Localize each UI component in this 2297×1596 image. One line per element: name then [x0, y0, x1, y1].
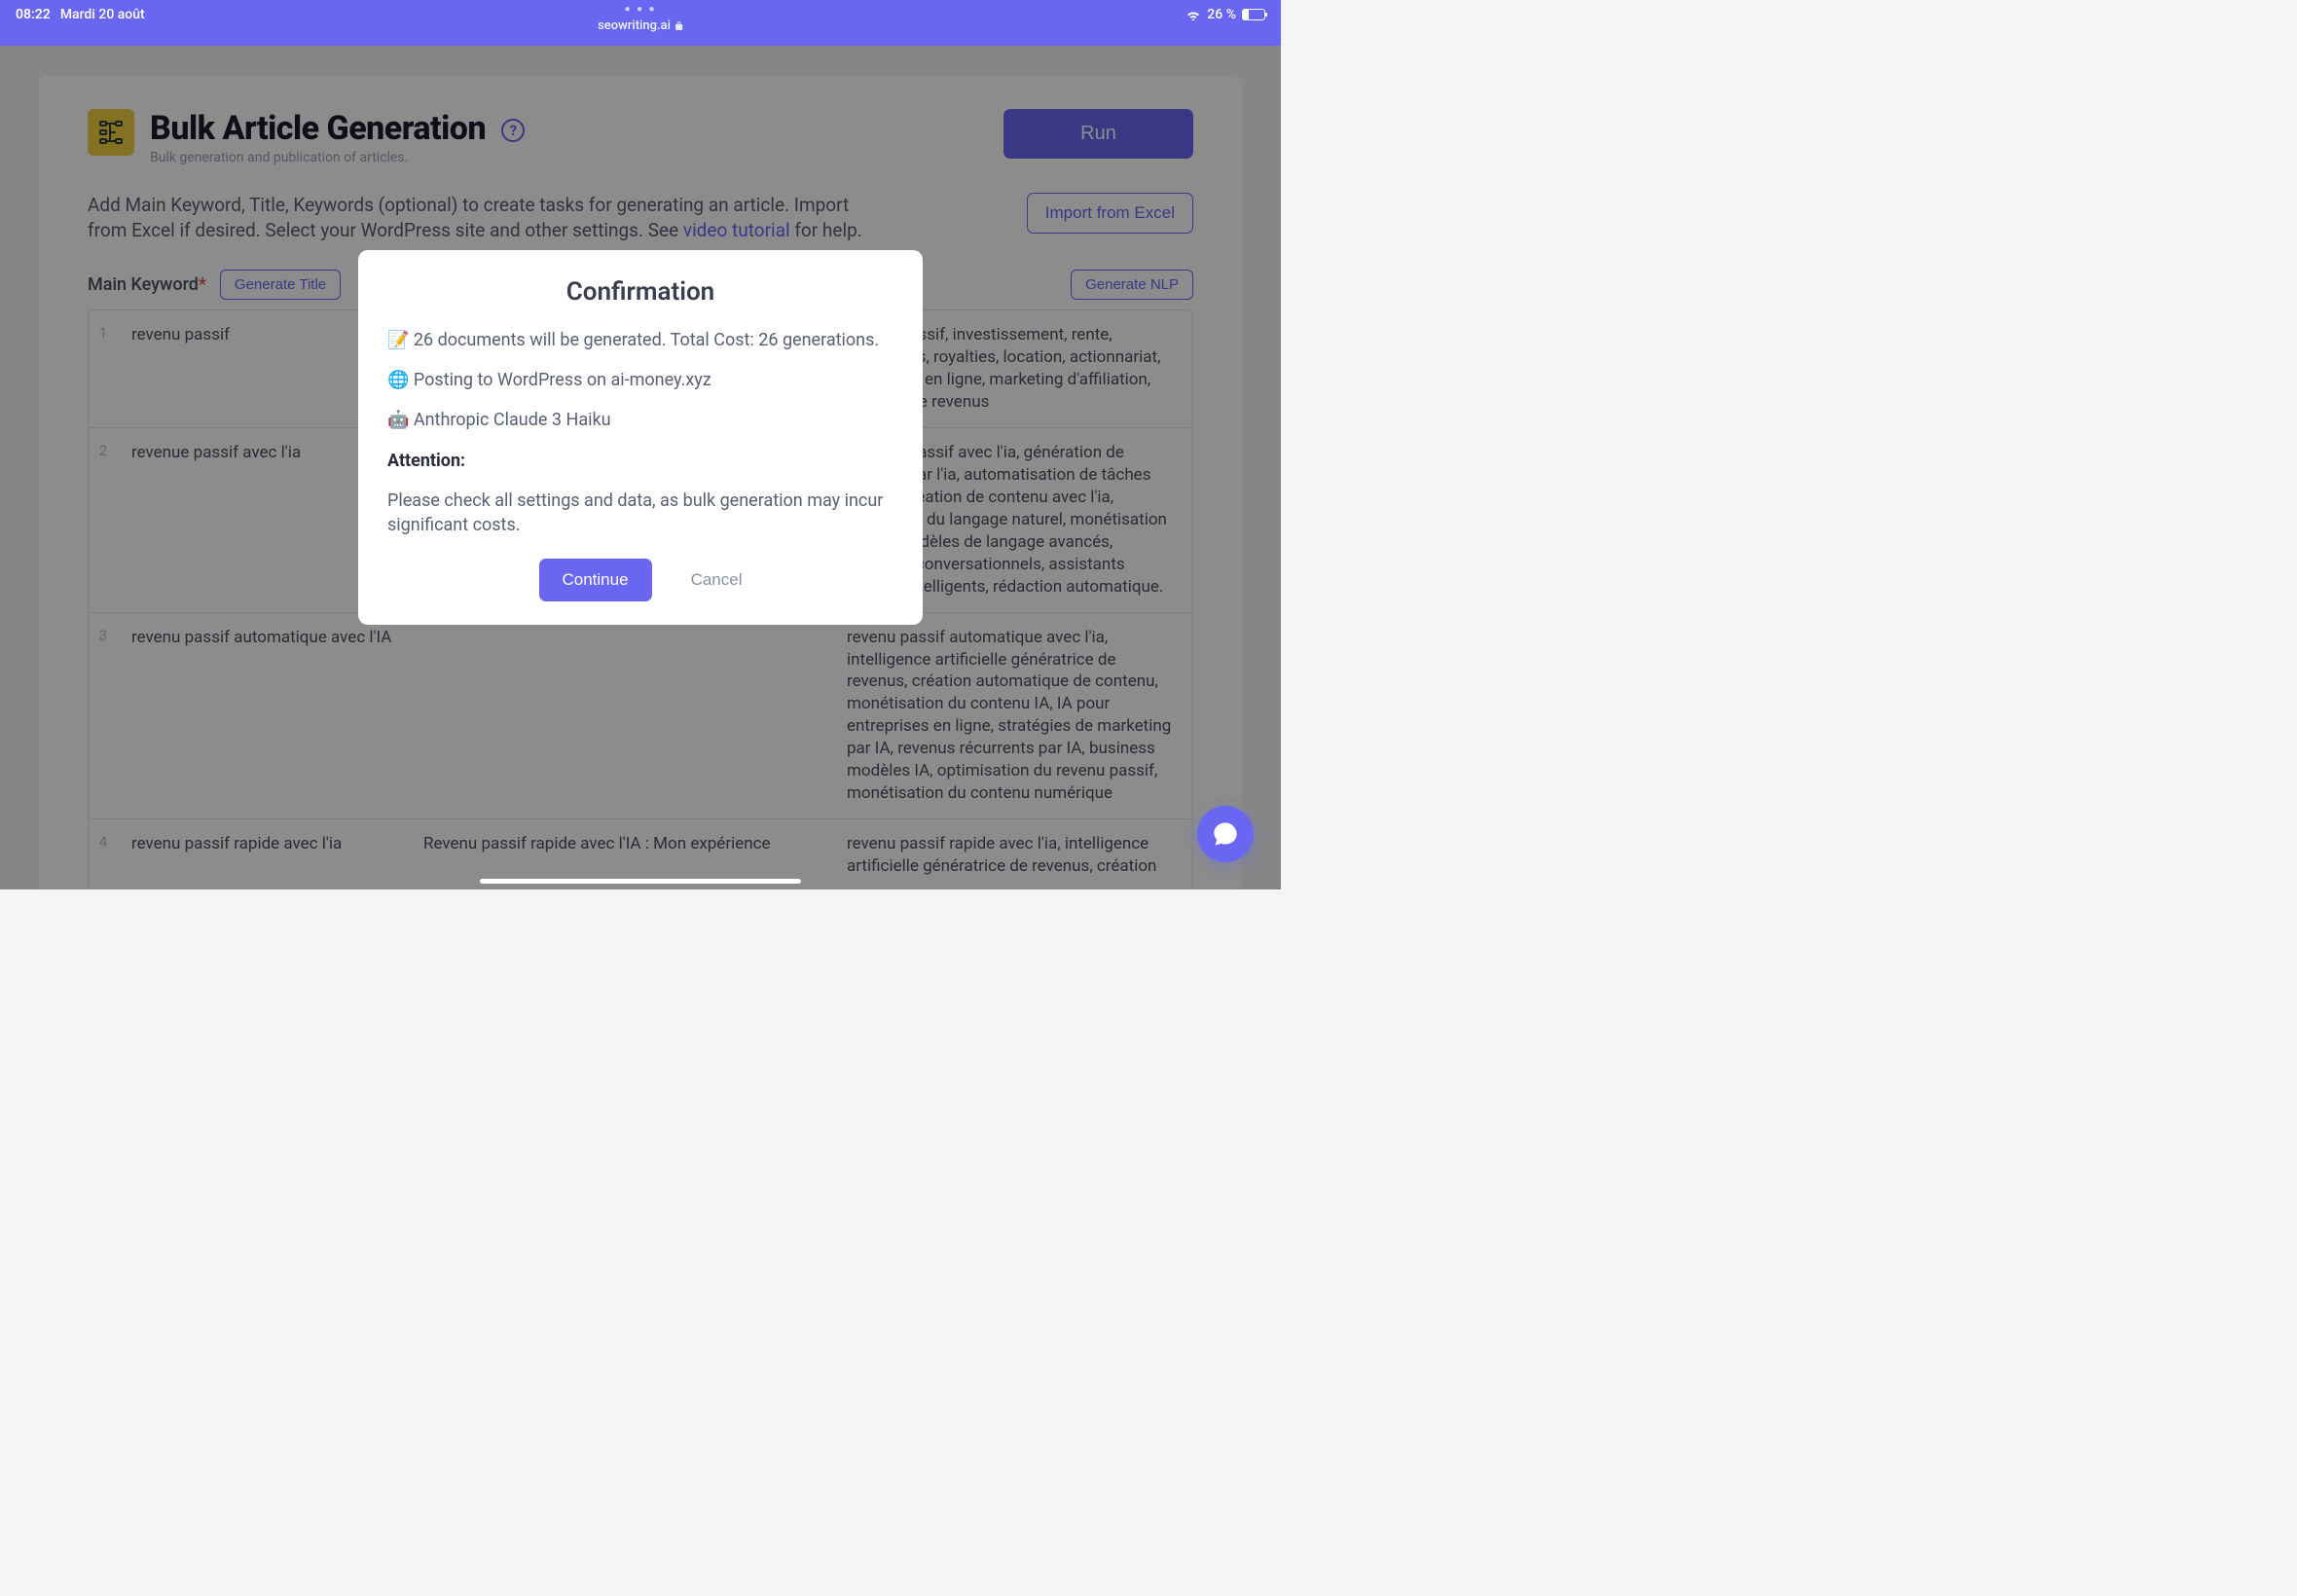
- ios-status-bar: 08:22 Mardi 20 août ● ● ● seowriting.ai …: [0, 0, 1281, 46]
- home-indicator[interactable]: [480, 879, 801, 884]
- modal-actions: Continue Cancel: [387, 559, 893, 601]
- modal-attention-label: Attention:: [387, 449, 893, 473]
- status-time: 08:22: [16, 7, 51, 22]
- modal-model-line: 🤖 Anthropic Claude 3 Haiku: [387, 408, 893, 432]
- cancel-button[interactable]: Cancel: [691, 570, 743, 590]
- confirmation-modal: Confirmation 📝 26 documents will be gene…: [358, 250, 923, 625]
- chat-button[interactable]: [1197, 806, 1254, 862]
- battery-icon: [1242, 9, 1265, 20]
- lock-icon: [675, 20, 683, 31]
- status-center: ● ● ● seowriting.ai: [598, 5, 683, 33]
- continue-button[interactable]: Continue: [539, 559, 652, 601]
- modal-wordpress-line: 🌐 Posting to WordPress on ai-money.xyz: [387, 368, 893, 392]
- modal-title: Confirmation: [387, 277, 893, 307]
- multitasking-dots-icon: ● ● ●: [598, 5, 683, 15]
- status-date: Mardi 20 août: [60, 7, 145, 22]
- modal-overlay[interactable]: Confirmation 📝 26 documents will be gene…: [0, 46, 1281, 889]
- url-text: seowriting.ai: [598, 18, 671, 33]
- status-right: 26 %: [1185, 7, 1265, 22]
- modal-warning-text: Please check all settings and data, as b…: [387, 489, 893, 537]
- status-left: 08:22 Mardi 20 août: [16, 7, 145, 22]
- browser-url[interactable]: seowriting.ai: [598, 18, 683, 33]
- battery-percent: 26 %: [1207, 7, 1236, 22]
- modal-documents-line: 📝 26 documents will be generated. Total …: [387, 328, 893, 352]
- chat-icon: [1212, 820, 1239, 848]
- wifi-icon: [1185, 9, 1201, 20]
